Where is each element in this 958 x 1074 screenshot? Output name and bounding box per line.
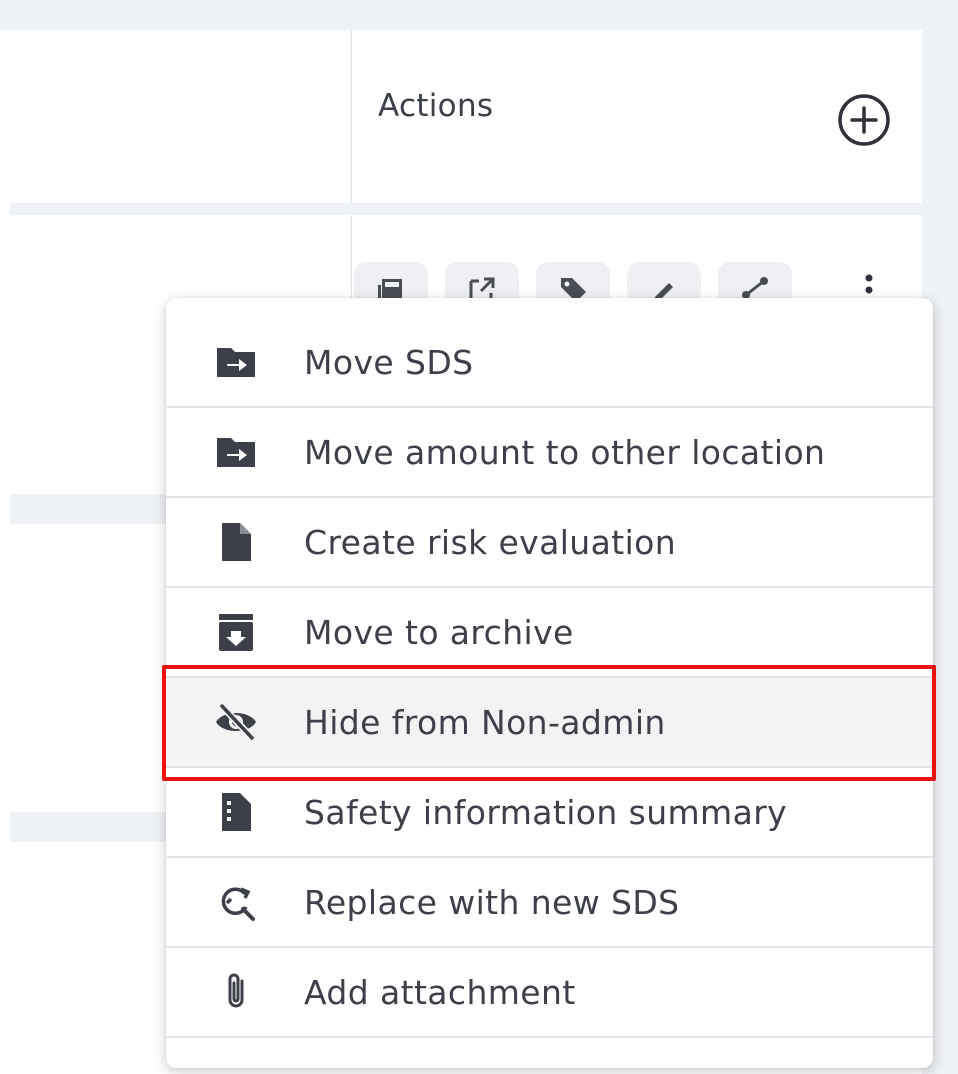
actions-column-header: Actions — [378, 88, 494, 124]
menu-item-label: Move amount to other location — [304, 432, 826, 472]
row-actions-menu: Move SDS Move amount to other location C… — [166, 298, 933, 1068]
menu-item-label: Move to archive — [304, 612, 574, 652]
menu-item-label: Create risk evaluation — [304, 522, 677, 562]
folder-move-icon — [212, 338, 260, 386]
folder-move-icon — [212, 428, 260, 476]
menu-item-hide-from-non-admin[interactable]: Hide from Non-admin — [166, 678, 933, 768]
plus-circle-icon[interactable] — [836, 92, 892, 148]
menu-item-move-to-archive[interactable]: Move to archive — [166, 588, 933, 678]
search-refresh-icon — [212, 878, 260, 926]
menu-item-create-risk-evaluation[interactable]: Create risk evaluation — [166, 498, 933, 588]
menu-item-move-amount[interactable]: Move amount to other location — [166, 408, 933, 498]
archive-icon — [212, 608, 260, 656]
menu-item-label: Hide from Non-admin — [304, 702, 666, 742]
menu-item-label: Safety information summary — [304, 792, 788, 832]
file-summary-icon — [212, 788, 260, 836]
menu-item-add-attachment[interactable]: Add attachment — [166, 948, 933, 1038]
column-divider — [351, 215, 352, 300]
menu-item-label: Add attachment — [304, 972, 576, 1012]
menu-item-move-sds[interactable]: Move SDS — [166, 318, 933, 408]
eye-off-icon — [212, 698, 260, 746]
menu-item-label: Replace with new SDS — [304, 882, 680, 922]
file-icon — [212, 518, 260, 566]
menu-item-safety-information-summary[interactable]: Safety information summary — [166, 768, 933, 858]
page-background-top — [0, 0, 958, 30]
column-divider — [351, 30, 352, 203]
table-row-separator — [10, 203, 922, 215]
paperclip-icon — [212, 968, 260, 1016]
menu-item-replace-with-new-sds[interactable]: Replace with new SDS — [166, 858, 933, 948]
menu-item-label: Move SDS — [304, 342, 474, 382]
